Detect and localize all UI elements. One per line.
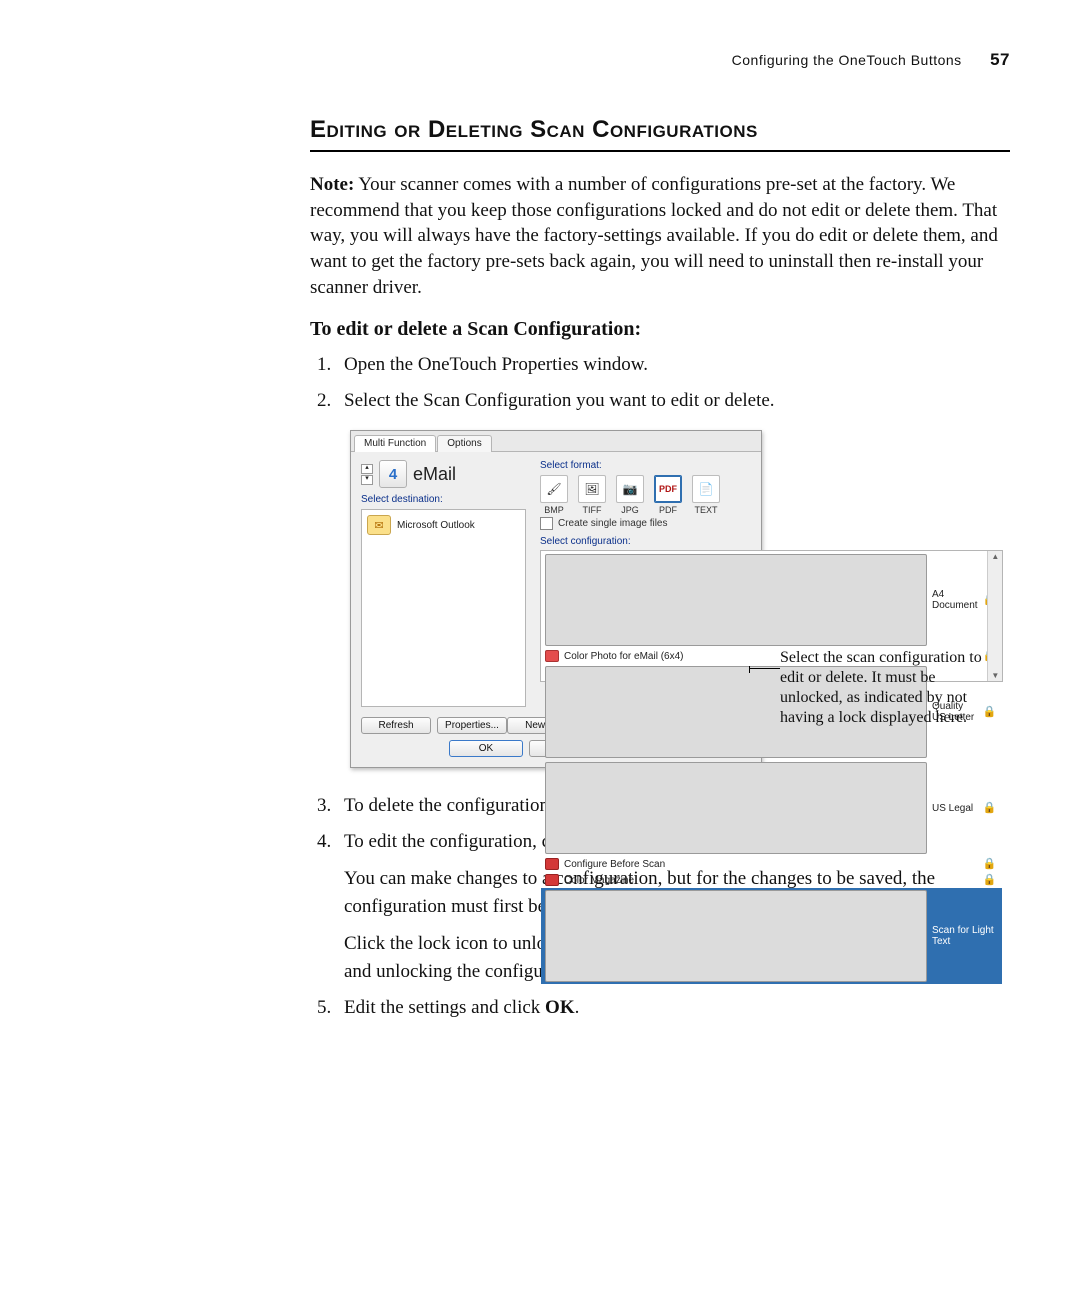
tab-multi-function[interactable]: Multi Function: [354, 435, 436, 452]
lock-icon: 🔒: [983, 859, 997, 870]
running-title: Configuring the OneTouch Buttons: [732, 52, 962, 68]
step-2: Select the Scan Configuration you want t…: [336, 387, 1010, 415]
pdf-icon: PDF: [654, 475, 682, 503]
step-5-pre: Edit the settings and click: [344, 997, 545, 1018]
scroll-down-icon[interactable]: ▼: [991, 671, 999, 680]
ok-button[interactable]: OK: [449, 740, 523, 757]
button-selector-row: ▴ ▾ 4 eMail: [361, 460, 526, 488]
photo-icon: [545, 874, 559, 886]
select-format-label: Select format:: [540, 460, 1003, 471]
format-icons: 🖌 BMP 🖼 TIFF 📷 JPG PDF PDF 📄 TEXT: [540, 475, 1003, 515]
button-number-icon: 4: [379, 460, 407, 488]
page-icon: [545, 554, 927, 646]
tab-options[interactable]: Options: [437, 435, 491, 452]
step-5-post: .: [575, 997, 580, 1018]
cfg-label-text: US Legal: [932, 803, 973, 814]
paint-icon: 🖌: [540, 475, 568, 503]
step-5-bold: OK: [545, 997, 575, 1018]
cfg-color-magazine[interactable]: Color Magazine 🔒: [541, 872, 1002, 888]
button-number: 4: [389, 466, 397, 483]
dialog-tabs: Multi Function Options: [351, 431, 761, 452]
step-1: Open the OneTouch Properties window.: [336, 351, 1010, 379]
outlook-icon: ✉: [367, 515, 391, 535]
properties-button[interactable]: Properties...: [437, 717, 507, 734]
format-jpg[interactable]: 📷 JPG: [616, 475, 644, 515]
gear-icon: [545, 858, 559, 870]
picture-icon: 🖼: [578, 475, 606, 503]
note-lead: Note:: [310, 174, 354, 195]
left-column: ▴ ▾ 4 eMail Select destination: ✉ Micros…: [361, 460, 526, 707]
onetouch-dialog: Multi Function Options ▴ ▾ 4 eMail: [350, 430, 762, 768]
screenshot: Multi Function Options ▴ ▾ 4 eMail: [350, 430, 990, 768]
chevron-down-icon[interactable]: ▾: [361, 475, 373, 485]
page: Configuring the OneTouch Buttons 57 Edit…: [0, 0, 1080, 1077]
cfg-label-text: Scan for Light Text: [932, 925, 996, 947]
format-text-label: TEXT: [694, 505, 717, 515]
select-configuration-label: Select configuration:: [540, 536, 1003, 547]
left-button-row: Refresh Properties...: [361, 717, 507, 734]
format-text[interactable]: 📄 TEXT: [692, 475, 720, 515]
callout-leader: [750, 668, 780, 669]
cfg-label-text: Color Magazine: [564, 875, 634, 886]
section-title: Editing or Deleting Scan Configurations: [310, 116, 1010, 144]
format-tiff[interactable]: 🖼 TIFF: [578, 475, 606, 515]
cfg-a4-document[interactable]: A4 Document🔒: [541, 552, 1002, 648]
create-single-row[interactable]: Create single image files: [540, 517, 1003, 530]
procedure-title: To edit or delete a Scan Configuration:: [310, 318, 1010, 341]
format-jpg-label: JPG: [621, 505, 639, 515]
note-text: Your scanner comes with a number of conf…: [310, 174, 998, 298]
format-pdf[interactable]: PDF PDF: [654, 475, 682, 515]
cfg-label-text: A4 Document: [932, 589, 978, 611]
button-stepper[interactable]: ▴ ▾: [361, 464, 373, 485]
select-destination-label: Select destination:: [361, 494, 526, 505]
cfg-scan-for-light-text[interactable]: Scan for Light Text: [541, 888, 1002, 984]
page-number: 57: [990, 50, 1010, 69]
destination-list[interactable]: ✉ Microsoft Outlook: [361, 509, 526, 707]
create-single-label: Create single image files: [558, 518, 668, 529]
running-header: Configuring the OneTouch Buttons 57: [310, 50, 1010, 70]
destination-item-outlook[interactable]: ✉ Microsoft Outlook: [365, 513, 522, 537]
cfg-us-legal[interactable]: US Legal 🔒: [541, 760, 1002, 856]
cfg-configure-before-scan[interactable]: Configure Before Scan 🔒: [541, 856, 1002, 872]
cfg-label-text: Color Photo for eMail (6x4): [564, 651, 684, 662]
note-paragraph: Note: Your scanner comes with a number o…: [310, 172, 1010, 300]
dialog-body: ▴ ▾ 4 eMail Select destination: ✉ Micros…: [351, 452, 761, 767]
step-5: Edit the settings and click OK.: [336, 994, 1010, 1022]
lock-icon: 🔒: [983, 875, 997, 886]
cfg-label-text: Configure Before Scan: [564, 859, 665, 870]
section-rule: [310, 150, 1010, 152]
scroll-up-icon[interactable]: ▲: [991, 552, 999, 561]
page-icon: [545, 890, 927, 982]
format-pdf-label: PDF: [659, 505, 677, 515]
format-tiff-label: TIFF: [583, 505, 602, 515]
format-bmp[interactable]: 🖌 BMP: [540, 475, 568, 515]
photo-icon: [545, 650, 559, 662]
chevron-up-icon[interactable]: ▴: [361, 464, 373, 474]
text-icon: 📄: [692, 475, 720, 503]
lock-icon: 🔒: [983, 803, 997, 814]
button-title: eMail: [413, 464, 456, 485]
format-bmp-label: BMP: [544, 505, 564, 515]
page-icon: [545, 762, 927, 854]
step-1-text: Open the OneTouch Properties window.: [344, 354, 648, 375]
destination-item-label: Microsoft Outlook: [397, 520, 475, 531]
steps-list-a: Open the OneTouch Properties window. Sel…: [310, 351, 1010, 414]
step-2-text: Select the Scan Configuration you want t…: [344, 390, 775, 411]
camera-icon: 📷: [616, 475, 644, 503]
callout-text: Select the scan configuration to edit or…: [780, 648, 990, 728]
checkbox-icon[interactable]: [540, 517, 553, 530]
refresh-button[interactable]: Refresh: [361, 717, 431, 734]
